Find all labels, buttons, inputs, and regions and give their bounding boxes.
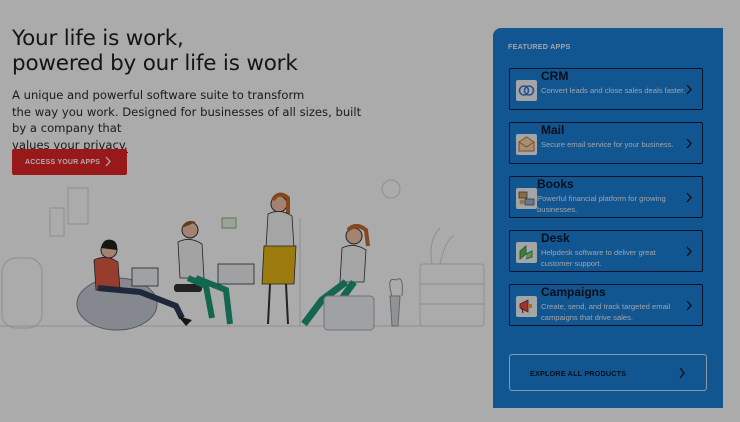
campaigns-icon [516,296,537,317]
explore-all-products-button[interactable]: EXPLORE ALL PRODUCTS [509,354,707,391]
app-description-desk: Helpdesk software to deliver great custo… [541,248,656,268]
description-line-2: the way you work. Designed for businesse… [12,104,362,119]
app-card-crm[interactable]: CRM Convert leads and close sales deals … [509,68,703,110]
app-name-campaigns: Campaigns [541,285,606,299]
app-description-books: Powerful financial platform for growing … [537,194,666,214]
app-name-books: Books [537,177,574,191]
app-description-campaigns: Create, send, and track targeted email c… [541,302,671,322]
hero-description: A unique and powerful software suite to … [12,87,362,153]
chevron-right-icon [686,246,692,257]
chevron-right-icon [686,192,692,203]
page: Your life is work, powered by our life i… [0,0,740,422]
access-your-apps-button[interactable]: ACCESS YOUR APPS [12,149,127,175]
description-line-3-text: by a company that [12,121,122,135]
app-card-books[interactable]: Books Powerful financial platform for gr… [509,176,703,218]
app-card-mail[interactable]: Mail Secure email service for your busin… [509,122,703,164]
desk-icon [516,242,537,263]
app-description-crm: Convert leads and close sales deals fast… [541,86,686,95]
app-description-mail: Secure email service for your business. [541,140,674,149]
headline-line-1: Your life is work, [12,26,184,51]
mail-icon [516,134,537,155]
people-working-illustration [0,179,485,331]
books-icon [516,188,537,209]
headline-line-2: powered by our life is work [12,51,298,76]
app-name-desk: Desk [541,231,570,245]
chevron-right-icon [105,156,111,167]
featured-apps-heading: FEATURED APPS [508,42,571,51]
chevron-right-icon [686,138,692,149]
app-card-desk[interactable]: Desk Helpdesk software to deliver great … [509,230,703,272]
access-your-apps-label: ACCESS YOUR APPS [25,158,101,166]
crm-icon [516,80,537,101]
chevron-right-icon [686,300,692,311]
app-name-mail: Mail [541,123,565,137]
app-card-campaigns[interactable]: Campaigns Create, send, and track target… [509,284,703,326]
hero-headline: Your life is work, powered by our life i… [12,26,298,76]
chevron-right-icon [679,367,685,379]
featured-apps-panel: FEATURED APPS CRM Convert leads and clos… [493,28,723,408]
explore-all-products-label: EXPLORE ALL PRODUCTS [530,369,627,378]
description-line-1: A unique and powerful software suite to … [12,88,305,102]
chevron-right-icon [686,84,692,95]
app-name-crm: CRM [541,69,569,83]
